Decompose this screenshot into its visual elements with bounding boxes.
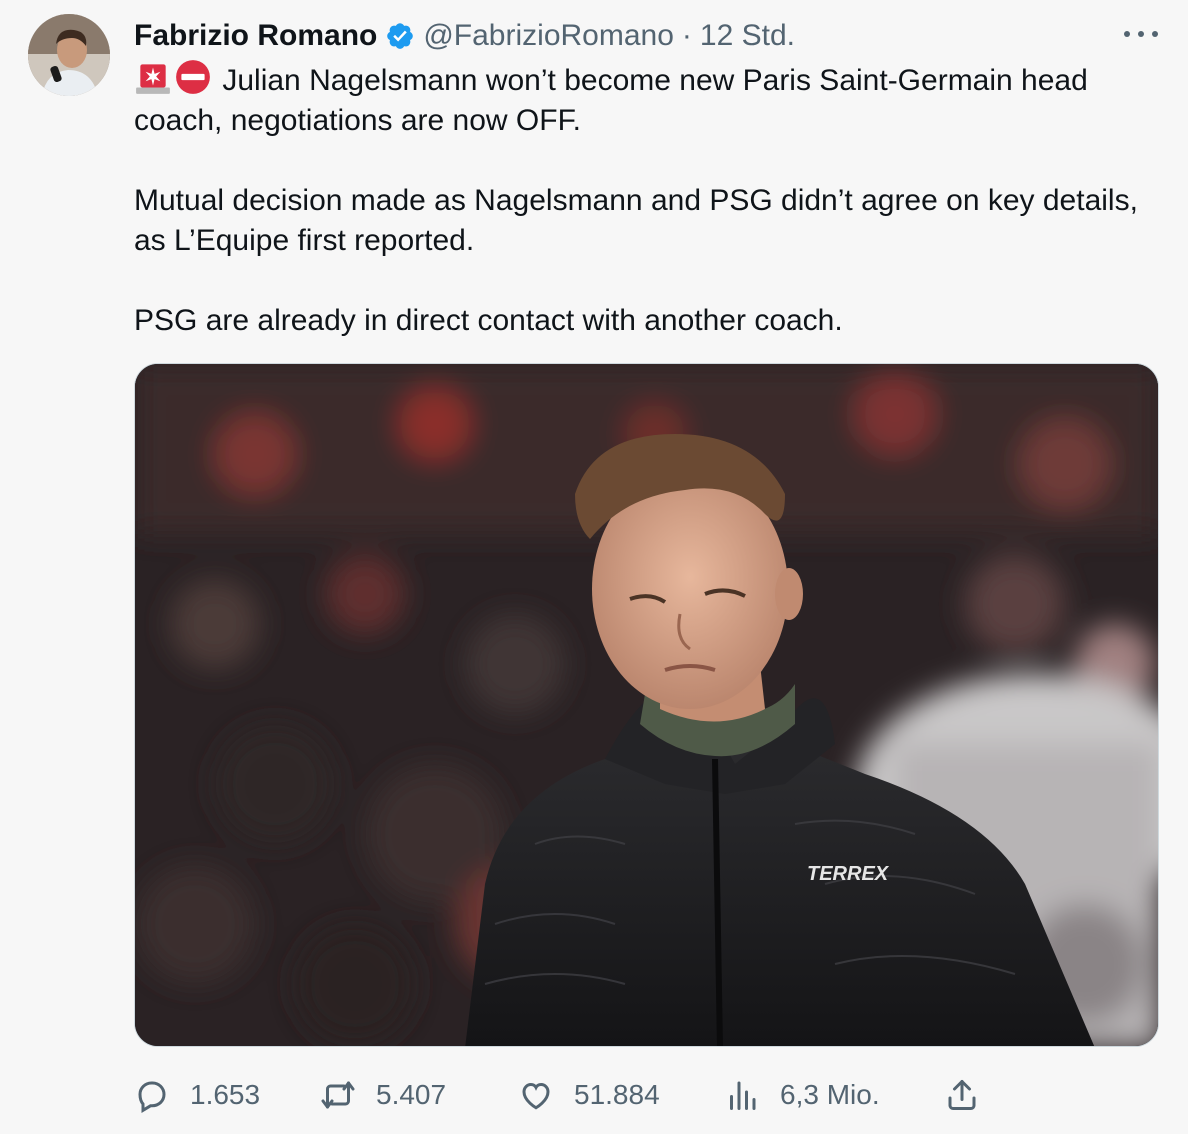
tweet-actions: 1.653 5.407 51.884 6,3 Mio. [134, 1072, 994, 1118]
reply-button[interactable]: 1.653 [134, 1072, 260, 1118]
author-handle[interactable]: @FabrizioRomano [423, 19, 674, 53]
views-chart-icon [730, 1081, 756, 1110]
author-name[interactable]: Fabrizio Romano [134, 19, 377, 53]
like-count: 51.884 [574, 1079, 660, 1110]
tweet-media-photo[interactable]: TERREX [134, 363, 1159, 1047]
jacket-brand-text: TERREX [807, 863, 890, 885]
verified-badge-icon [387, 23, 414, 49]
share-button[interactable] [944, 1072, 980, 1118]
tweet-text: Julian Nagelsmann won’t become new Paris… [134, 58, 1164, 341]
share-icon [948, 1080, 976, 1110]
like-button[interactable]: 51.884 [518, 1072, 660, 1118]
heart-icon [522, 1082, 550, 1110]
reply-icon [138, 1081, 166, 1113]
avatar-image [28, 14, 110, 96]
tweet-paragraph-1: Julian Nagelsmann won’t become new Paris… [134, 64, 1088, 137]
more-options-icon[interactable] [1124, 22, 1158, 46]
photo-coach: TERREX [135, 364, 1158, 1046]
tweet-timestamp[interactable]: 12 Std. [700, 19, 795, 53]
no-entry-icon [176, 60, 210, 94]
retweet-count: 5.407 [376, 1079, 447, 1110]
tweet-paragraph-3: PSG are already in direct contact with a… [134, 304, 843, 337]
views-count: 6,3 Mio. [780, 1079, 880, 1110]
avatar[interactable] [28, 14, 110, 96]
tweet: Fabrizio Romano @FabrizioRomano · 12 Std… [0, 0, 1188, 1134]
header-separator: · [681, 19, 692, 52]
views-button[interactable]: 6,3 Mio. [724, 1072, 880, 1118]
reply-count: 1.653 [190, 1079, 261, 1110]
retweet-button[interactable]: 5.407 [320, 1072, 446, 1118]
retweet-icon [321, 1081, 355, 1109]
tweet-paragraph: Julian Nagelsmann won’t become new Paris… [134, 58, 1164, 141]
rotating-light-icon [136, 64, 170, 94]
tweet-header: Fabrizio Romano @FabrizioRomano · 12 Std… [134, 16, 795, 56]
tweet-paragraph-2: Mutual decision made as Nagelsmann and P… [134, 184, 1138, 257]
